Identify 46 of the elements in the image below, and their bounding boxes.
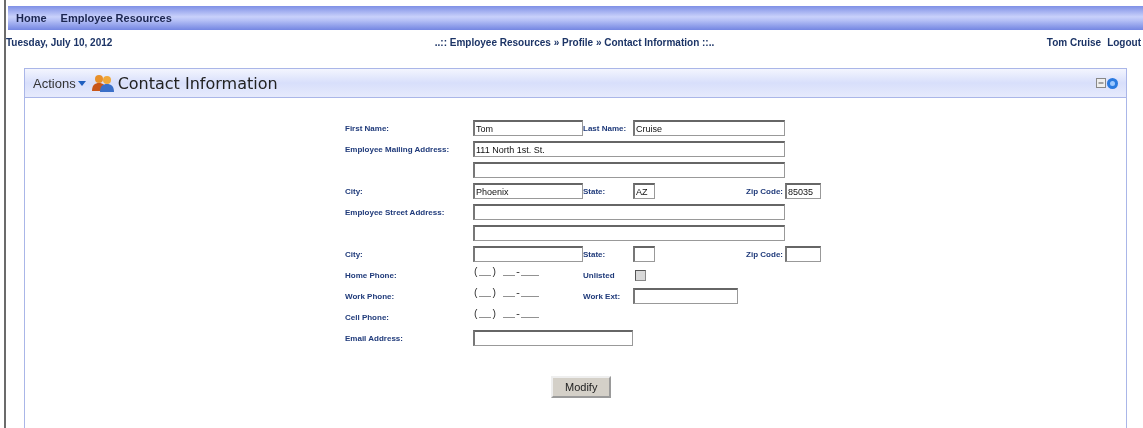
field-label: State:: [583, 186, 607, 196]
field-label: Work Ext:: [583, 291, 622, 301]
text-field[interactable]: [785, 246, 821, 262]
field-label: Zip Code:: [746, 249, 784, 259]
date-text: Tuesday, July 10, 2012: [6, 36, 114, 48]
phone-field[interactable]: (__) __-___: [473, 288, 583, 304]
text-field[interactable]: Cruise: [633, 120, 785, 136]
field-label: Unlisted: [583, 270, 616, 280]
text-field[interactable]: [473, 225, 785, 241]
text-field[interactable]: [633, 288, 738, 304]
help-icon[interactable]: [1107, 77, 1118, 89]
caret-icon: [77, 80, 86, 86]
field-label: Email Address:: [345, 333, 404, 343]
logout-link[interactable]: Logout: [1107, 36, 1141, 48]
field-label: Employee Street Address:: [345, 207, 446, 217]
actions-menu[interactable]: Actions: [33, 75, 86, 91]
collapse-icon[interactable]: [1096, 78, 1106, 88]
breadcrumb: ..:: Employee Resources » Profile » Contact Information ::..: [434, 36, 715, 48]
field-label: State:: [583, 249, 607, 259]
text-field[interactable]: Phoenix: [473, 183, 583, 199]
text-field[interactable]: Tom: [473, 120, 583, 136]
menu-item[interactable]: Home: [16, 12, 47, 24]
text-field[interactable]: [473, 330, 633, 346]
text-field[interactable]: [633, 246, 655, 262]
field-label: Home Phone:: [345, 270, 398, 280]
field-label: Last Name:: [583, 123, 628, 133]
text-field[interactable]: 85035: [785, 183, 821, 199]
modify-button[interactable]: Modify: [551, 376, 612, 398]
phone-field[interactable]: (__) __-___: [473, 309, 583, 325]
text-field[interactable]: [473, 246, 583, 262]
phone-field[interactable]: (__) __-___: [473, 267, 583, 283]
people-icon: [91, 74, 114, 92]
field-label: Zip Code:: [746, 186, 784, 196]
field-label: City:: [345, 186, 364, 196]
text-field[interactable]: 111 North 1st. St.: [473, 141, 785, 157]
field-label: Cell Phone:: [345, 312, 390, 322]
user-name: Tom Cruise: [1046, 36, 1102, 48]
field-label: Employee Mailing Address:: [345, 144, 451, 154]
text-field[interactable]: AZ: [633, 183, 655, 199]
field-label: First Name:: [345, 123, 390, 133]
text-field[interactable]: [473, 204, 785, 220]
field-label: City:: [345, 249, 364, 259]
text-field[interactable]: [473, 162, 785, 178]
menu-item[interactable]: Employee Resources: [60, 12, 172, 24]
field-label: Work Phone:: [345, 291, 396, 301]
panel-title: Contact Information: [117, 73, 278, 93]
